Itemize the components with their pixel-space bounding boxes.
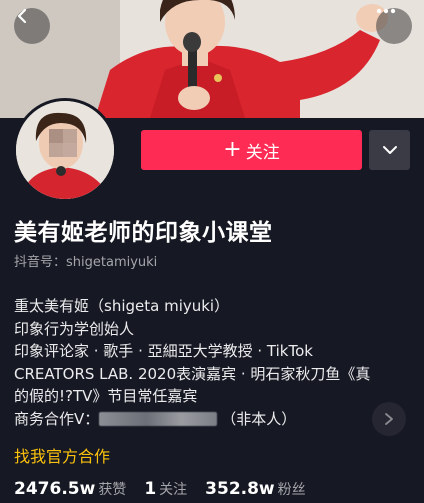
douyin-id[interactable]: 抖音号：shigetamiyuki: [14, 251, 157, 270]
bio-line: 的假的!?TV》节目常任嘉宾: [14, 387, 198, 405]
followers-count[interactable]: 352.8w: [205, 479, 274, 499]
avatar[interactable]: [13, 98, 117, 202]
avatar-image: [16, 101, 114, 199]
chevron-right-icon: [385, 413, 393, 425]
expand-bio-button[interactable]: [372, 402, 406, 436]
business-contact-line: 商务合作V： （非本人）: [14, 408, 374, 431]
official-cooperation-link[interactable]: 找我官方合作: [14, 443, 110, 467]
bio-line: 重太美有姬（shigeta miyuki）: [14, 297, 230, 315]
plus-icon: +: [223, 137, 242, 162]
follow-label: 关注: [245, 142, 280, 163]
follow-button[interactable]: + 关注: [141, 130, 362, 170]
following-count[interactable]: 1: [144, 479, 156, 499]
business-suffix: （非本人）: [221, 409, 297, 428]
profile-stats: 2476.5w 获赞 1 关注 352.8w 粉丝: [14, 479, 324, 503]
more-horizontal-icon: [376, 8, 396, 14]
blurred-contact: [99, 411, 218, 426]
business-prefix: 商务合作V：: [14, 409, 100, 428]
chevron-left-icon: [17, 8, 27, 24]
followers-label[interactable]: 粉丝: [278, 479, 306, 499]
back-button[interactable]: [14, 8, 50, 44]
profile-bio: 重太美有姬（shigeta miyuki） 印象行为学创始人 印象评论家 · 歌…: [14, 295, 374, 430]
chevron-down-icon: [382, 146, 397, 154]
bio-line: 印象行为学创始人: [14, 319, 135, 338]
bio-line: 印象评论家 · 歌手 · 亞細亞大学教授 · TikTok: [14, 342, 313, 360]
likes-label: 获赞: [98, 482, 127, 498]
more-button[interactable]: [376, 8, 412, 44]
profile-username: 美有姬老师的印象小课堂: [14, 220, 273, 246]
likes-count: 2476.5w: [14, 479, 96, 499]
recommend-dropdown-button[interactable]: [369, 130, 410, 170]
following-label[interactable]: 关注: [159, 479, 187, 499]
bio-line: CREATORS LAB. 2020表演嘉宾 · 明石家秋刀鱼《真: [14, 364, 371, 383]
